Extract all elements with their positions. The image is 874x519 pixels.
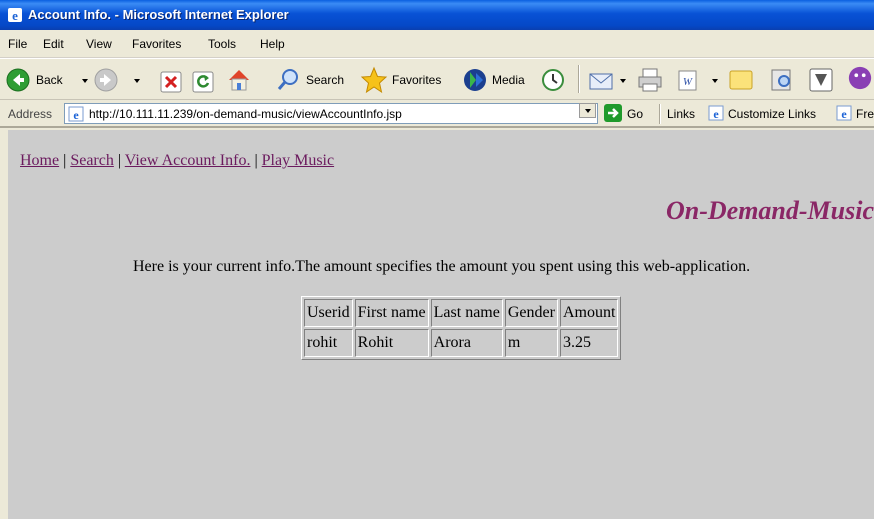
address-dropdown[interactable] — [579, 103, 596, 118]
address-url: http://10.111.11.239/on-demand-music/vie… — [89, 107, 402, 121]
forward-button[interactable] — [94, 67, 144, 93]
nav-separator: | — [117, 152, 122, 169]
ie-logo-icon: e — [8, 8, 22, 23]
svg-text:e: e — [841, 107, 847, 121]
media-label: Media — [492, 73, 525, 87]
mail-icon — [589, 73, 613, 90]
nav-home-link[interactable]: Home — [20, 152, 59, 169]
standard-toolbar: Back Search Favorites Media W — [0, 58, 874, 100]
page-content: Home | Search | View Account Info. | Pla… — [8, 130, 874, 519]
table-row: rohit Rohit Arora m 3.25 — [304, 329, 619, 357]
edit-button[interactable]: W — [676, 67, 720, 93]
table-header-row: Userid First name Last name Gender Amoun… — [304, 299, 619, 327]
search-button[interactable]: Search — [276, 67, 350, 93]
go-button[interactable]: Go — [627, 107, 643, 121]
browser-window: e Account Info. - Microsoft Internet Exp… — [0, 0, 874, 519]
nav-separator: | — [254, 152, 258, 169]
media-button[interactable]: Media — [462, 67, 532, 93]
menu-help[interactable]: Help — [260, 37, 285, 51]
cell-first-name: Rohit — [354, 329, 429, 357]
back-button[interactable]: Back — [6, 67, 90, 93]
info-text: Here is your current info.The amount spe… — [133, 258, 751, 275]
address-bar: Address e http://10.111.11.239/on-demand… — [0, 100, 874, 128]
print-icon[interactable] — [636, 67, 664, 93]
search-label: Search — [306, 73, 345, 87]
menu-bar: File Edit View Favorites Tools Help — [0, 30, 874, 58]
menu-file[interactable]: File — [8, 37, 27, 51]
menu-favorites[interactable]: Favorites — [132, 37, 181, 51]
edit-icon: W — [678, 70, 697, 91]
messenger-icon[interactable] — [808, 67, 834, 93]
discuss-icon[interactable] — [728, 67, 756, 93]
title-bar: e Account Info. - Microsoft Internet Exp… — [0, 0, 874, 30]
page-icon: e — [708, 105, 724, 121]
go-arrow-icon[interactable] — [604, 104, 622, 122]
smiley-icon[interactable] — [846, 65, 874, 91]
cell-last-name: Arora — [430, 329, 503, 357]
menu-view[interactable]: View — [86, 37, 112, 51]
free-link[interactable]: Fre — [856, 107, 874, 121]
links-label[interactable]: Links — [667, 107, 695, 121]
favorites-button[interactable]: Favorites — [360, 66, 454, 94]
chevron-down-icon[interactable] — [620, 79, 626, 83]
home-icon[interactable] — [226, 67, 252, 93]
menu-edit[interactable]: Edit — [43, 37, 64, 51]
mail-button[interactable] — [588, 67, 628, 93]
cell-userid: rohit — [304, 329, 353, 357]
customize-links-link[interactable]: Customize Links — [728, 107, 816, 121]
back-icon — [6, 68, 30, 92]
history-icon[interactable] — [540, 67, 566, 93]
chevron-down-icon[interactable] — [82, 79, 88, 83]
media-icon — [464, 69, 486, 91]
nav-links: Home | Search | View Account Info. | Pla… — [20, 152, 334, 170]
nav-separator: | — [63, 152, 67, 169]
page-icon: e — [68, 106, 84, 122]
nav-view-account-link[interactable]: View Account Info. — [125, 152, 251, 169]
address-input[interactable]: e http://10.111.11.239/on-demand-music/v… — [64, 103, 598, 124]
chevron-down-icon — [585, 109, 591, 113]
research-icon[interactable] — [768, 67, 796, 93]
stop-icon[interactable] — [160, 69, 182, 95]
account-info-table: Userid First name Last name Gender Amoun… — [301, 296, 622, 360]
back-label: Back — [36, 73, 63, 87]
window-title: Account Info. - Microsoft Internet Explo… — [28, 7, 289, 22]
header-userid: Userid — [304, 299, 353, 327]
site-brand-heading: On-Demand-Music — [665, 196, 874, 225]
nav-search-link[interactable]: Search — [70, 152, 114, 169]
menu-tools[interactable]: Tools — [208, 37, 236, 51]
links-separator — [659, 104, 661, 124]
header-first-name: First name — [354, 299, 429, 327]
svg-text:e: e — [713, 107, 719, 121]
toolbar-separator — [578, 65, 580, 93]
svg-text:W: W — [683, 76, 693, 88]
chevron-down-icon[interactable] — [712, 79, 718, 83]
favorites-star-icon — [360, 66, 388, 94]
svg-text:e: e — [12, 8, 18, 23]
address-label: Address — [8, 107, 53, 121]
nav-play-music-link[interactable]: Play Music — [262, 152, 334, 169]
search-icon — [277, 69, 298, 90]
forward-icon — [94, 68, 118, 92]
header-last-name: Last name — [430, 299, 503, 327]
header-amount: Amount — [559, 299, 619, 327]
refresh-icon[interactable] — [192, 69, 214, 95]
favorites-label: Favorites — [392, 73, 442, 87]
chevron-down-icon[interactable] — [134, 79, 140, 83]
svg-text:e: e — [73, 108, 79, 122]
page-icon: e — [836, 105, 852, 121]
cell-gender: m — [504, 329, 558, 357]
header-gender: Gender — [504, 299, 558, 327]
cell-amount: 3.25 — [559, 329, 619, 357]
